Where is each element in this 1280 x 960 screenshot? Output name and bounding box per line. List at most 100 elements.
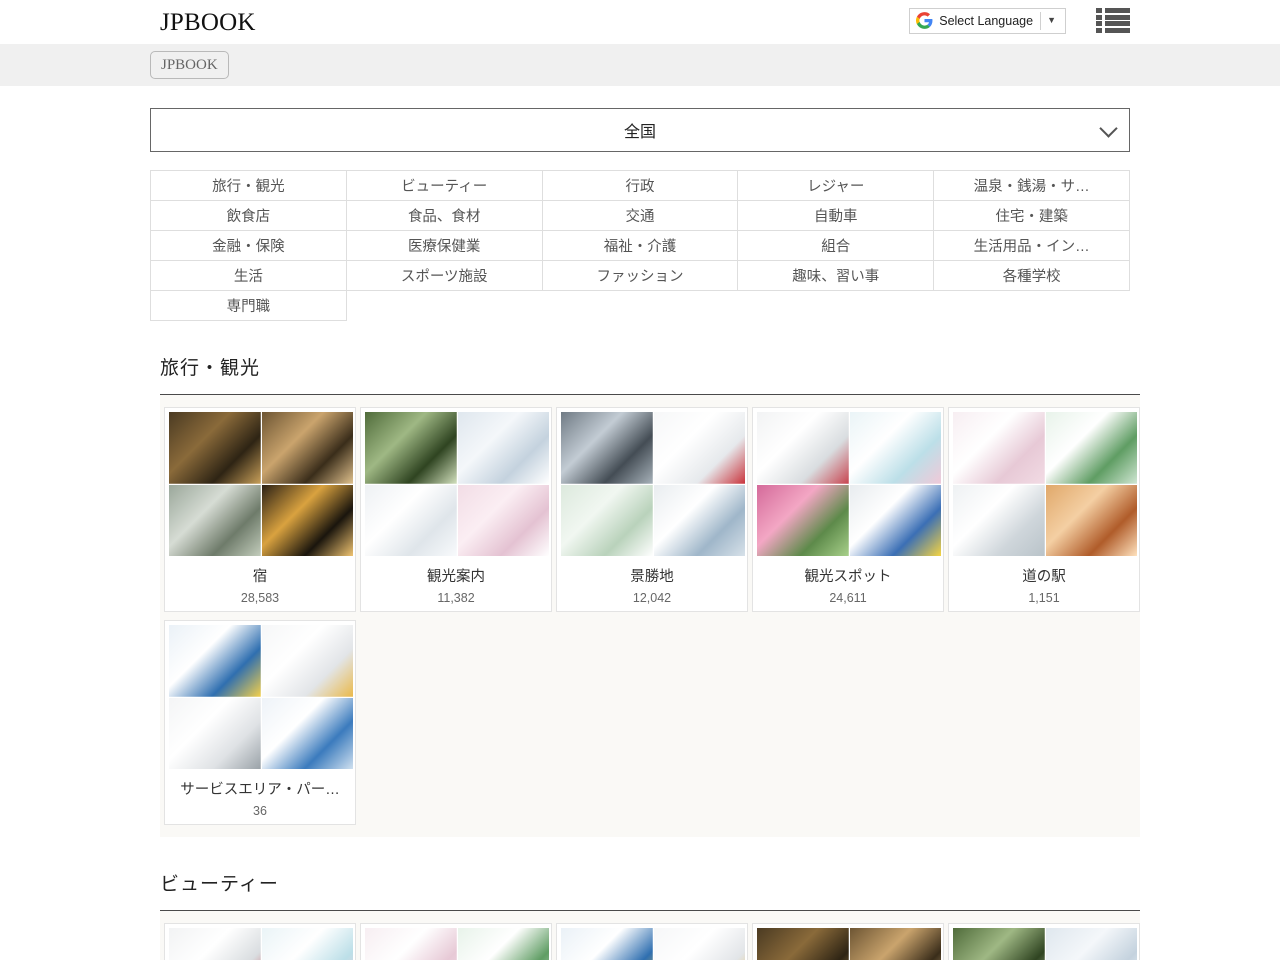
category-cell[interactable]: 各種学校 (934, 261, 1130, 291)
category-cell[interactable]: 温泉・銭湯・サ… (934, 171, 1130, 201)
category-cell[interactable]: 交通 (542, 201, 738, 231)
category-row: 専門職 (151, 291, 1130, 321)
category-cell-empty (542, 291, 738, 321)
category-cell[interactable]: 食品、食材 (346, 201, 542, 231)
translate-caret-icon[interactable]: ▼ (1041, 16, 1063, 25)
menu-icon-row (1096, 28, 1130, 33)
card-thumbnail (169, 698, 261, 770)
card-thumbnail (561, 412, 653, 484)
category-cell[interactable]: 医療保健業 (346, 231, 542, 261)
translate-label: Select Language (939, 14, 1040, 28)
card-thumbnail-collage (757, 412, 941, 556)
category-cell-empty (738, 291, 934, 321)
category-card[interactable] (360, 923, 552, 960)
category-card[interactable]: サービスエリア・パー… 36 (164, 620, 356, 825)
category-card[interactable]: 道の駅 1,151 (948, 407, 1140, 612)
menu-icon-row (1096, 8, 1130, 13)
category-card[interactable] (556, 923, 748, 960)
category-cell[interactable]: 飲食店 (151, 201, 347, 231)
card-thumbnail-collage (953, 412, 1137, 556)
breadcrumb-item-jpbook[interactable]: JPBOOK (150, 51, 229, 79)
card-count: 1,151 (953, 591, 1135, 605)
category-cell-empty (346, 291, 542, 321)
card-title: サービスエリア・パー… (169, 778, 351, 799)
card-thumbnail (169, 928, 261, 960)
card-thumbnail (850, 485, 942, 557)
card-thumbnail (262, 485, 354, 557)
card-thumbnail-collage (365, 412, 549, 556)
card-thumbnail-collage (169, 928, 353, 960)
category-cell[interactable]: 福祉・介護 (542, 231, 738, 261)
category-row: 旅行・観光ビューティー行政レジャー温泉・銭湯・サ… (151, 171, 1130, 201)
category-cell[interactable]: 組合 (738, 231, 934, 261)
category-row: 金融・保険医療保健業福祉・介護組合生活用品・イン… (151, 231, 1130, 261)
category-cell[interactable]: 趣味、習い事 (738, 261, 934, 291)
category-cell[interactable]: 自動車 (738, 201, 934, 231)
category-card[interactable] (948, 923, 1140, 960)
category-card[interactable]: 観光案内 11,382 (360, 407, 552, 612)
card-thumbnail (262, 928, 354, 960)
card-thumbnail (561, 928, 653, 960)
menu-icon-row (1096, 15, 1130, 20)
category-card[interactable] (164, 923, 356, 960)
card-count: 36 (169, 804, 351, 818)
card-thumbnail (1046, 928, 1138, 960)
card-thumbnail-collage (169, 412, 353, 556)
region-select[interactable]: 全国 (150, 108, 1130, 152)
card-thumbnail-collage (953, 928, 1137, 960)
category-cell-empty (934, 291, 1130, 321)
region-select-value: 全国 (624, 118, 656, 142)
chevron-down-icon (1099, 119, 1117, 137)
google-translate-widget[interactable]: Select Language ▼ (909, 8, 1066, 34)
card-title: 道の駅 (953, 565, 1135, 586)
page-root: JPBOOK Select Language ▼ (0, 0, 1280, 960)
card-thumbnail (262, 625, 354, 697)
category-card[interactable]: 宿28,583 (164, 407, 356, 612)
card-thumbnail (262, 698, 354, 770)
category-cell[interactable]: 住宅・建築 (934, 201, 1130, 231)
category-cell[interactable]: 旅行・観光 (151, 171, 347, 201)
card-thumbnail (262, 412, 354, 484)
category-cell[interactable]: 生活用品・イン… (934, 231, 1130, 261)
card-grid (160, 911, 1140, 960)
category-card[interactable]: 観光スポット24,611 (752, 407, 944, 612)
card-thumbnail (561, 485, 653, 557)
card-count: 24,611 (757, 591, 939, 605)
list-menu-icon[interactable] (1096, 7, 1130, 34)
card-thumbnail (757, 928, 849, 960)
card-title: 観光案内 (365, 565, 547, 586)
card-thumbnail-collage (561, 412, 745, 556)
card-thumbnail (654, 485, 746, 557)
card-count: 12,042 (561, 591, 743, 605)
card-thumbnail (757, 412, 849, 484)
category-grid-container: 旅行・観光ビューティー行政レジャー温泉・銭湯・サ…飲食店食品、食材交通自動車住宅… (0, 152, 1280, 321)
card-thumbnail-collage (757, 928, 941, 960)
menu-line (1105, 15, 1130, 20)
category-cell[interactable]: 行政 (542, 171, 738, 201)
category-cell[interactable]: 専門職 (151, 291, 347, 321)
card-thumbnail (654, 412, 746, 484)
category-cell[interactable]: ビューティー (346, 171, 542, 201)
card-title: 景勝地 (561, 565, 743, 586)
card-count: 11,382 (365, 591, 547, 605)
card-thumbnail (365, 928, 457, 960)
category-cell[interactable]: スポーツ施設 (346, 261, 542, 291)
category-card[interactable] (752, 923, 944, 960)
card-thumbnail (458, 485, 550, 557)
google-g-icon (916, 12, 933, 29)
section-title: 旅行・観光 (160, 353, 1130, 380)
card-thumbnail (458, 412, 550, 484)
category-cell[interactable]: ファッション (542, 261, 738, 291)
card-thumbnail (654, 928, 746, 960)
card-thumbnail (365, 485, 457, 557)
region-select-container: 全国 (0, 86, 1280, 152)
category-cell[interactable]: レジャー (738, 171, 934, 201)
card-thumbnail (757, 485, 849, 557)
category-section: ビューティー (0, 869, 1280, 960)
category-cell[interactable]: 金融・保険 (151, 231, 347, 261)
category-cell[interactable]: 生活 (151, 261, 347, 291)
menu-icon-row (1096, 21, 1130, 26)
category-row: 生活スポーツ施設ファッション趣味、習い事各種学校 (151, 261, 1130, 291)
category-card[interactable]: 景勝地 12,042 (556, 407, 748, 612)
menu-line (1105, 28, 1130, 33)
